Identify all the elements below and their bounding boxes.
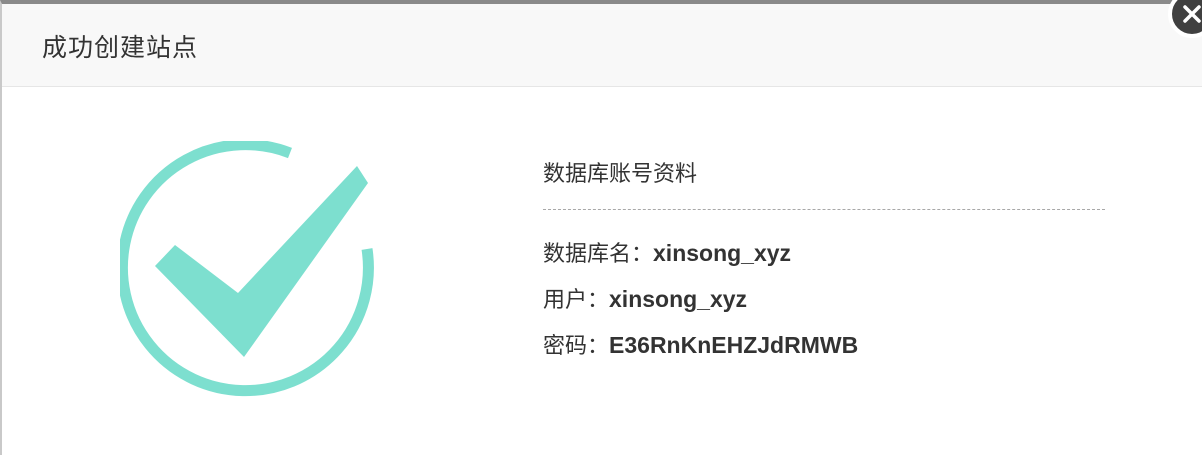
database-password-label: 密码： <box>543 334 610 359</box>
database-name-value: xinsong_xyz <box>653 240 792 266</box>
create-site-success-dialog: 成功创建站点 数据库账号资料 数据库名：xinsong_xyz 用户：xinso… <box>0 0 1202 455</box>
database-user-value: xinsong_xyz <box>609 286 748 312</box>
database-password-row: 密码：E36RnKnEHZJdRMWB <box>543 322 1105 368</box>
dashed-divider <box>543 209 1105 210</box>
close-icon <box>1183 5 1201 23</box>
database-user-row: 用户：xinsong_xyz <box>543 276 1105 322</box>
database-section-title: 数据库账号资料 <box>543 162 698 187</box>
database-name-row: 数据库名：xinsong_xyz <box>543 230 1105 276</box>
dialog-header: 成功创建站点 <box>2 4 1202 87</box>
database-user-label: 用户： <box>543 288 610 313</box>
check-circle-icon <box>116 139 380 403</box>
dialog-title: 成功创建站点 <box>42 33 199 62</box>
database-password-value: E36RnKnEHZJdRMWB <box>609 332 859 358</box>
database-name-label: 数据库名： <box>543 242 654 267</box>
database-info-panel: 数据库账号资料 数据库名：xinsong_xyz 用户：xinsong_xyz … <box>543 158 1105 368</box>
